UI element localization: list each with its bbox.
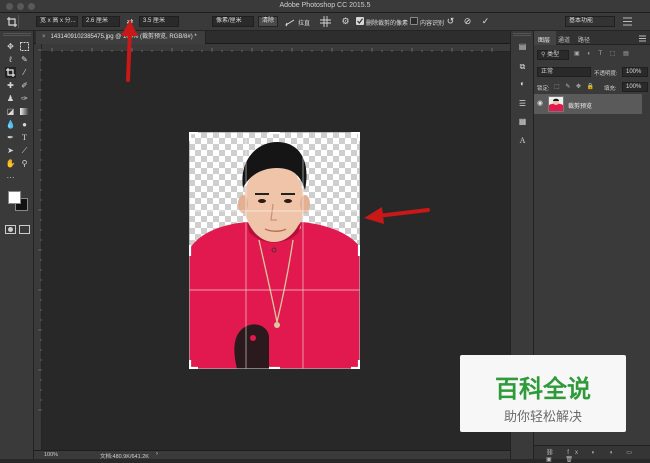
tab-layers[interactable]: 图层 [534, 31, 556, 45]
pen-tool-icon[interactable]: ✒ [5, 132, 16, 143]
cancel-icon[interactable]: ⊘ [462, 16, 473, 27]
layer-kind-filter[interactable]: ⚲ 类型 [537, 50, 569, 60]
crop-tool-preset-icon[interactable] [5, 15, 19, 28]
annotation-arrow-left [364, 207, 430, 224]
reset-icon[interactable]: ↺ [445, 16, 456, 27]
ratio-select[interactable]: 宽 x 高 x 分... [36, 16, 78, 27]
foreground-color-swatch-top[interactable] [8, 191, 21, 204]
blend-mode-select[interactable]: 正常 [537, 67, 591, 77]
zoom-tool-icon[interactable]: ⚲ [19, 158, 30, 169]
watermark-badge: 百科全说 助你轻松解决 [460, 355, 626, 432]
document-tab-bar: × 1431409102385475.jpg @ 100% (裁剪预览, RGB/… [34, 31, 510, 44]
content-aware-checkbox[interactable] [410, 17, 418, 25]
quick-mask-icon[interactable] [5, 225, 16, 234]
app-title: Adobe Photoshop CC 2015.5 [279, 2, 371, 9]
close-document-icon[interactable]: × [42, 34, 46, 40]
history-brush-tool-icon[interactable]: ✑ [19, 93, 30, 104]
title-bar: Adobe Photoshop CC 2015.5 [0, 0, 650, 13]
layer-filter-icons[interactable]: ▣ ◐ T ⬚ ▤ [574, 50, 640, 60]
lock-label: 锁定: [537, 86, 550, 92]
character-panel-icon[interactable]: A [517, 135, 528, 146]
lock-icons[interactable]: ⬚ ✎ ✥ 🔒 [554, 83, 596, 90]
tab-channels[interactable]: 通道 [558, 35, 570, 44]
status-menu-arrow-icon[interactable]: › [156, 451, 158, 457]
layers-footer: ⛓ fx ◐ ◑ ▭ ▣ 🗑 [534, 445, 650, 463]
unit-select[interactable]: 像素/厘米 [212, 16, 254, 27]
line-tool-icon[interactable]: ⟋ [19, 145, 30, 156]
fill-label: 填充: [604, 86, 617, 92]
adjustments-panel-icon[interactable]: ◐ [517, 78, 528, 89]
history-panel-icon[interactable]: ▤ [517, 41, 528, 52]
marquee-tool-icon[interactable] [19, 41, 30, 52]
fill-field[interactable]: 100% [622, 82, 648, 92]
status-bar: 100% 文档:480.9K/641.2K › [34, 450, 510, 460]
brush-tool-icon[interactable]: ✐ [19, 80, 30, 91]
strip-grip[interactable] [513, 33, 531, 36]
gear-icon[interactable]: ⚙ [340, 16, 351, 27]
search-icon: ⚲ [541, 52, 546, 58]
workspace-menu-icon[interactable] [622, 16, 633, 27]
tab-paths[interactable]: 路径 [578, 35, 590, 44]
lasso-tool-icon[interactable]: ℓ [5, 54, 16, 65]
annotation-arrow-up [121, 20, 138, 82]
vertical-ruler[interactable] [34, 44, 42, 450]
crop-preview-image[interactable] [188, 131, 361, 370]
straighten-label[interactable]: 拉直 [298, 18, 310, 27]
overlay-grid-icon[interactable] [320, 16, 331, 27]
content-aware-label[interactable]: 内容识别 [420, 18, 444, 27]
visibility-eye-icon[interactable]: ◉ [537, 100, 545, 108]
watermark-subtitle: 助你轻松解决 [503, 410, 582, 425]
quick-select-tool-icon[interactable]: ✎ [19, 54, 30, 65]
blur-tool-icon[interactable]: 💧 [5, 119, 16, 130]
hand-tool-icon[interactable]: ✋ [5, 158, 16, 169]
options-bar: 宽 x 高 x 分... 2.6 厘米 ⇄ 3.5 厘米 像素/厘米 清除 拉直… [0, 13, 650, 31]
layer-thumbnail [548, 96, 564, 112]
workspace-select[interactable]: 基本功能 [565, 16, 615, 27]
crop-tool-icon[interactable] [5, 67, 16, 78]
path-selection-tool-icon[interactable]: ➤ [5, 145, 16, 156]
toolbar-grip[interactable] [3, 33, 31, 36]
opacity-label: 不透明度: [594, 71, 618, 77]
layer-name[interactable]: 裁剪预览 [568, 101, 592, 110]
watermark-title: 百科全说 [495, 375, 591, 403]
delete-pixels-checkbox[interactable] [356, 17, 364, 25]
straighten-icon[interactable] [285, 17, 295, 27]
healing-brush-tool-icon[interactable]: ✚ [5, 80, 16, 91]
screen-mode-icon[interactable] [19, 225, 30, 234]
delete-pixels-label[interactable]: 删除裁剪的像素 [366, 18, 408, 27]
layer-footer-icons[interactable]: ⛓ fx ◐ ◑ ▭ ▣ 🗑 [546, 449, 650, 463]
clone-stamp-tool-icon[interactable]: ♟ [5, 93, 16, 104]
eraser-tool-icon[interactable]: ◪ [5, 106, 16, 117]
panel-menu-icon[interactable] [638, 34, 647, 43]
gradient-tool-icon[interactable] [19, 106, 30, 117]
opacity-field[interactable]: 100% [622, 67, 648, 77]
layer-row[interactable]: ◉ 裁剪预览 [534, 94, 642, 114]
commit-check-icon[interactable]: ✓ [480, 16, 491, 27]
clear-button[interactable]: 清除 [258, 16, 278, 27]
zoom-level[interactable]: 100% [44, 452, 58, 458]
properties-panel-icon[interactable]: ⧉ [517, 61, 528, 72]
eyedropper-tool-icon[interactable]: ⁄ [19, 67, 30, 78]
move-tool-icon[interactable]: ✥ [5, 41, 16, 52]
dodge-tool-icon[interactable]: ● [19, 119, 30, 130]
type-tool-icon[interactable]: T [19, 132, 30, 143]
paragraph-panel-icon[interactable]: ☰ [517, 98, 528, 109]
styles-panel-icon[interactable]: ▦ [517, 116, 528, 127]
tools-panel: ✥ ℓ ✎ ⁄ ✚ ✐ ♟ ✑ ◪ 💧 ● ✒ T ➤ ⟋ ✋ ⚲ ··· [0, 31, 34, 459]
more-tools-icon[interactable]: ··· [5, 172, 16, 183]
